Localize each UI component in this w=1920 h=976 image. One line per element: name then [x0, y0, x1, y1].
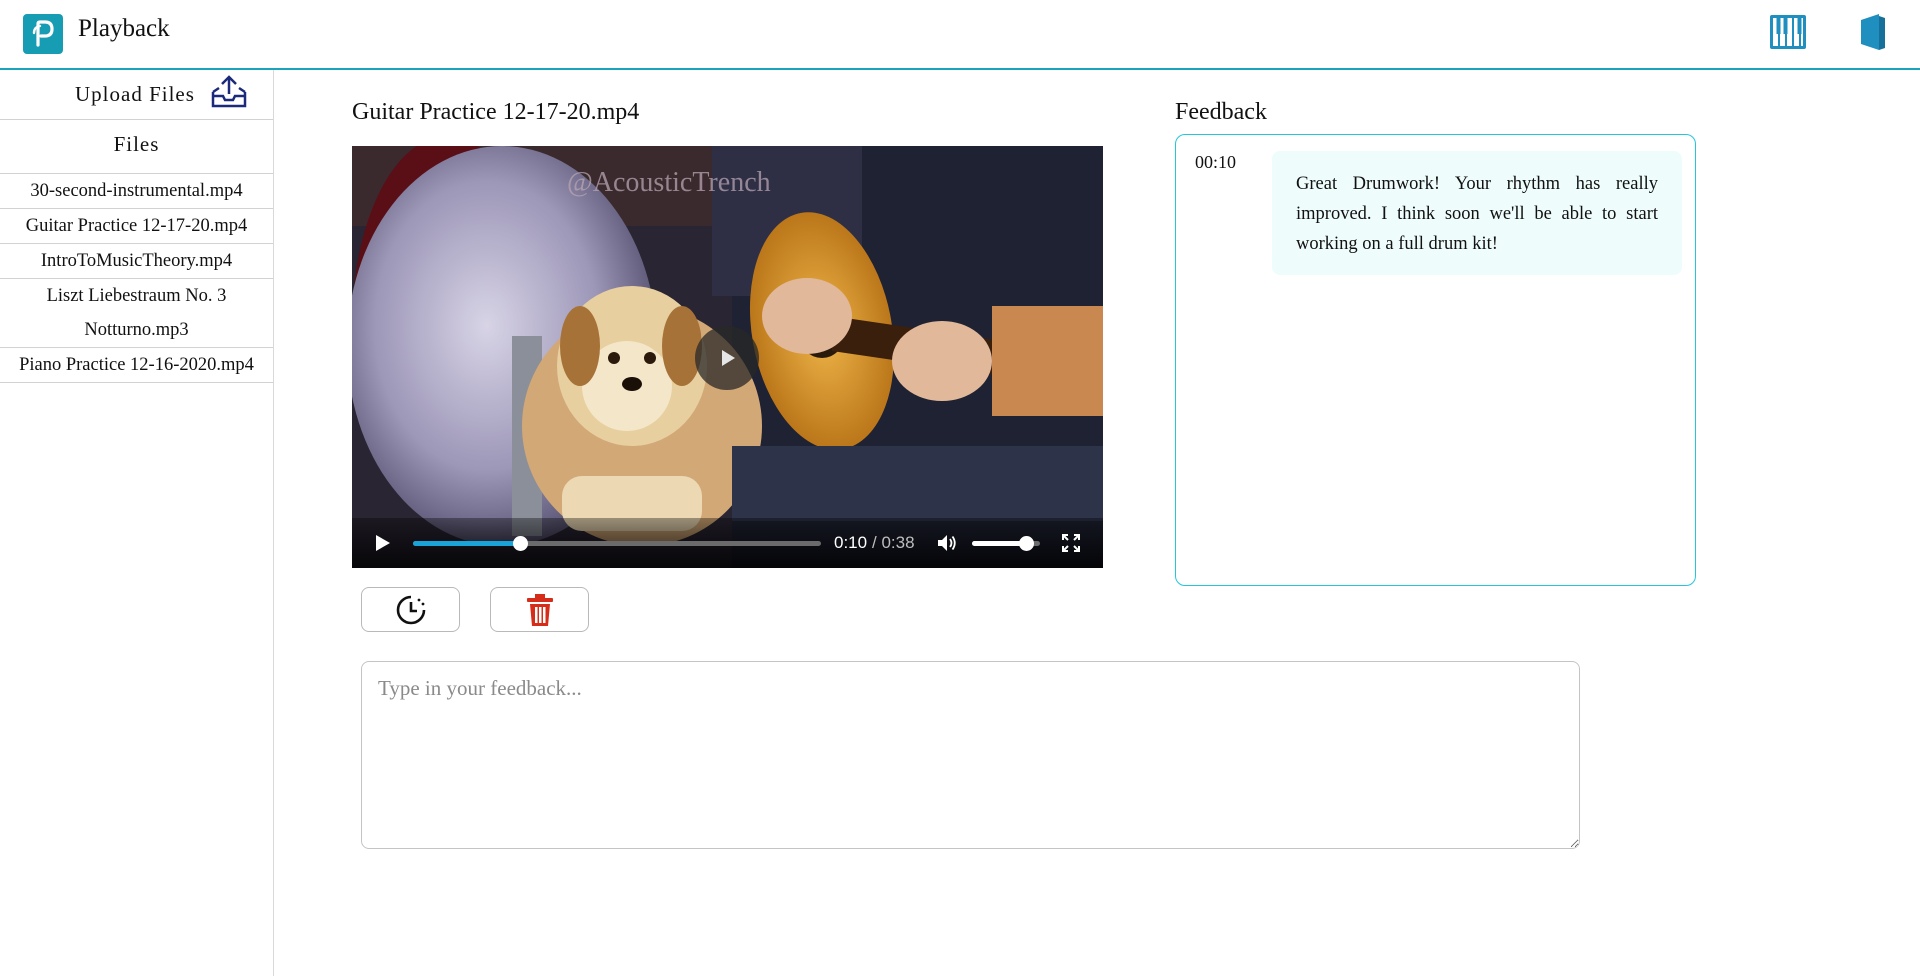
feedback-timestamp[interactable]: 00:10	[1195, 152, 1236, 173]
file-item[interactable]: IntroToMusicTheory.mp4	[0, 244, 273, 279]
file-item[interactable]: Guitar Practice 12-17-20.mp4	[0, 209, 273, 244]
upload-tray-icon	[211, 75, 247, 108]
video-player[interactable]: @AcousticTrench 0:10 / 0:38	[352, 146, 1103, 568]
app-header: Playback	[0, 0, 1920, 70]
seek-handle[interactable]	[513, 536, 529, 551]
volume-slider[interactable]	[972, 536, 1040, 551]
clock-icon	[396, 595, 425, 624]
feedback-comment: Great Drumwork! Your rhythm has really i…	[1272, 151, 1682, 275]
video-title: Guitar Practice 12-17-20.mp4	[352, 99, 640, 125]
file-item[interactable]: Liszt Liebestraum No. 3 Notturno.mp3	[0, 279, 273, 348]
feedback-title: Feedback	[1175, 99, 1267, 125]
trash-icon	[526, 593, 553, 626]
volume-handle[interactable]	[1019, 536, 1035, 551]
upload-files-button[interactable]: Upload Files	[0, 70, 273, 120]
fullscreen-icon[interactable]	[1061, 533, 1081, 553]
feedback-input[interactable]	[361, 661, 1580, 849]
video-play-overlay-button[interactable]	[695, 326, 759, 390]
file-item[interactable]: Piano Practice 12-16-2020.mp4	[0, 348, 273, 383]
play-icon	[722, 350, 735, 366]
upload-files-label: Upload Files	[75, 82, 195, 106]
sidebar: Upload Files Files 30-second-instrumenta…	[0, 70, 274, 976]
seek-progress	[413, 541, 521, 546]
app-logo[interactable]	[23, 14, 63, 54]
files-heading: Files	[0, 120, 273, 174]
feedback-panel: 00:10 Great Drumwork! Your rhythm has re…	[1175, 134, 1696, 586]
book-icon[interactable]	[1853, 12, 1893, 52]
logo-icon	[32, 20, 54, 47]
volume-level	[972, 541, 1027, 546]
file-list: 30-second-instrumental.mp4 Guitar Practi…	[0, 174, 273, 383]
add-timestamp-button[interactable]	[361, 587, 460, 632]
file-item[interactable]: 30-second-instrumental.mp4	[0, 174, 273, 209]
seek-bar[interactable]	[413, 536, 821, 551]
video-watermark: @AcousticTrench	[567, 167, 771, 198]
app-title: Playback	[78, 15, 170, 42]
volume-icon[interactable]	[936, 532, 958, 554]
piano-icon[interactable]	[1768, 12, 1808, 52]
current-time: 0:10	[834, 533, 868, 552]
duration: / 0:38	[872, 533, 915, 552]
delete-button[interactable]	[490, 587, 589, 632]
video-controls: 0:10 / 0:38	[352, 518, 1103, 568]
play-button[interactable]	[372, 533, 392, 553]
